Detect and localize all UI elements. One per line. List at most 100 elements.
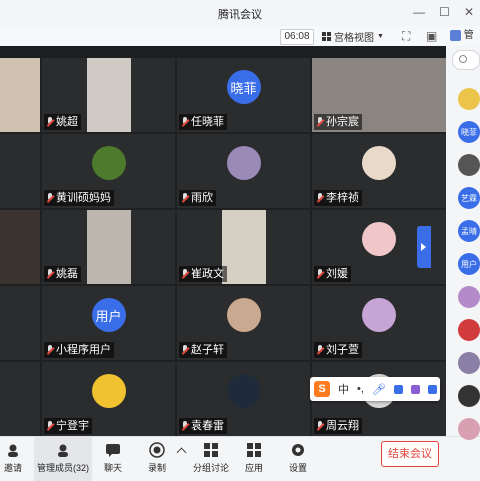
participant-nameplate: 崔政文 bbox=[179, 266, 227, 282]
toolbox-icon[interactable] bbox=[427, 384, 437, 394]
participant-tile[interactable]: 李梓祯 bbox=[312, 134, 446, 208]
participant-avatar bbox=[226, 298, 261, 332]
participant-tile[interactable] bbox=[0, 134, 40, 208]
sidebar-member-avatar[interactable]: 用户 bbox=[458, 253, 480, 275]
sogou-logo-icon[interactable]: S bbox=[314, 381, 330, 397]
mic-muted-icon bbox=[181, 193, 189, 203]
participant-tile[interactable]: 袁春雷 bbox=[177, 362, 310, 436]
mic-muted-icon bbox=[46, 117, 54, 127]
participant-tile[interactable]: 刘子萱 bbox=[312, 286, 446, 360]
punctuation-icon[interactable]: •, bbox=[357, 383, 364, 395]
mic-muted-icon bbox=[316, 193, 324, 203]
participant-tile[interactable]: 用户 小程序用户 bbox=[42, 286, 175, 360]
participant-avatar: 晓菲 bbox=[226, 70, 261, 104]
mic-muted-icon bbox=[46, 345, 54, 355]
participant-tile[interactable]: 雨欣 bbox=[177, 134, 310, 208]
participant-tile[interactable] bbox=[0, 286, 40, 360]
end-meeting-button[interactable]: 结束会议 bbox=[381, 441, 439, 467]
window-title: 腾讯会议 bbox=[218, 9, 262, 21]
participant-nameplate: 孙宗宸 bbox=[314, 114, 362, 130]
participant-nameplate: 任晓菲 bbox=[179, 114, 227, 130]
participant-name: 崔政文 bbox=[191, 268, 224, 280]
sidebar-member-avatar[interactable] bbox=[458, 418, 480, 440]
participant-tile[interactable]: 黄训硕妈妈 bbox=[42, 134, 175, 208]
mic-muted-icon bbox=[46, 421, 54, 431]
bottom-button-label: 邀请 bbox=[3, 463, 22, 473]
breakout-button[interactable]: 分组讨论 bbox=[190, 437, 232, 481]
breakout-icon bbox=[203, 442, 219, 458]
sidebar-icon[interactable]: ▣ bbox=[426, 29, 437, 43]
participant-tile[interactable]: 晓菲 任晓菲 bbox=[177, 58, 310, 132]
bottom-button-label: 录制 bbox=[147, 463, 166, 473]
view-mode-button[interactable]: 宫格视图 ▼ bbox=[322, 29, 384, 44]
sidebar-member-avatar[interactable] bbox=[458, 286, 480, 308]
sidebar-member-avatar[interactable] bbox=[458, 88, 480, 110]
sidebar-member-avatar[interactable] bbox=[458, 319, 480, 341]
participant-name: 雨欣 bbox=[191, 192, 213, 204]
participant-avatar bbox=[362, 222, 396, 256]
participant-avatar bbox=[362, 146, 396, 180]
apps-button[interactable]: 应用 bbox=[236, 437, 272, 481]
sidebar-member-avatar[interactable]: 孟晴 bbox=[458, 220, 480, 242]
bottom-button-label: 聊天 bbox=[103, 463, 122, 473]
sidebar-member-avatar[interactable]: 艺霖 bbox=[458, 187, 480, 209]
host-avatar bbox=[450, 29, 461, 41]
maximize-icon[interactable]: ☐ bbox=[439, 5, 450, 19]
mic-muted-icon bbox=[181, 421, 189, 431]
keyboard-icon[interactable] bbox=[393, 384, 403, 394]
participant-name: 任晓菲 bbox=[191, 116, 224, 128]
mic-muted-icon bbox=[316, 345, 324, 355]
participant-video bbox=[0, 210, 40, 284]
fullscreen-icon[interactable]: ⛶ bbox=[402, 29, 410, 43]
settings-button[interactable]: 设置 bbox=[276, 437, 320, 481]
participant-tile[interactable] bbox=[0, 58, 40, 132]
participant-nameplate: 李梓祯 bbox=[314, 190, 362, 206]
close-icon[interactable]: ✕ bbox=[464, 5, 474, 19]
sidebar-member-avatar[interactable] bbox=[458, 385, 480, 407]
apps-icon bbox=[246, 442, 262, 458]
participant-tile[interactable] bbox=[0, 210, 40, 284]
members-button[interactable]: 管理成员(32) bbox=[34, 437, 92, 481]
skin-icon[interactable] bbox=[410, 384, 420, 394]
participant-name: 宁登宇 bbox=[56, 420, 89, 432]
members-icon bbox=[55, 442, 71, 458]
participant-name: 姚超 bbox=[56, 116, 78, 128]
sidebar-member-avatar[interactable] bbox=[458, 154, 480, 176]
grid-view-icon bbox=[322, 31, 331, 41]
bottom-button-label: 分组讨论 bbox=[192, 463, 229, 473]
ime-lang[interactable]: 中 bbox=[338, 381, 349, 397]
chat-button[interactable]: 聊天 bbox=[96, 437, 130, 481]
bottom-button-label: 管理成员(32) bbox=[36, 463, 89, 473]
participant-tile[interactable]: 崔政文 bbox=[177, 210, 310, 284]
invite-button[interactable]: 邀请 bbox=[0, 437, 26, 481]
participant-nameplate: 小程序用户 bbox=[44, 342, 114, 358]
search-icon[interactable] bbox=[452, 50, 480, 70]
participant-tile[interactable]: 宁登宇 bbox=[42, 362, 175, 436]
sidebar-member-avatar[interactable] bbox=[458, 352, 480, 374]
participant-avatar bbox=[226, 146, 261, 180]
record-button[interactable]: 录制 bbox=[136, 437, 178, 481]
participant-video bbox=[0, 58, 40, 132]
top-strip bbox=[0, 46, 446, 58]
participant-name: 李梓祯 bbox=[326, 192, 359, 204]
participant-name: 小程序用户 bbox=[56, 344, 111, 356]
participant-name: 姚磊 bbox=[56, 268, 78, 280]
participant-tile[interactable]: 赵子轩 bbox=[177, 286, 310, 360]
participant-video bbox=[86, 58, 131, 132]
minimize-icon[interactable]: — bbox=[413, 5, 425, 19]
mic-muted-icon bbox=[46, 193, 54, 203]
participant-video bbox=[86, 210, 131, 284]
participant-tile[interactable]: 姚超 bbox=[42, 58, 175, 132]
participant-name: 孙宗宸 bbox=[326, 116, 359, 128]
participant-nameplate: 刘子萱 bbox=[314, 342, 362, 358]
sidebar-member-avatar[interactable]: 晓菲 bbox=[458, 121, 480, 143]
participant-tile[interactable]: 姚磊 bbox=[42, 210, 175, 284]
collapse-grid-handle[interactable] bbox=[417, 226, 431, 268]
participant-name: 刘子萱 bbox=[326, 344, 359, 356]
microphone-icon[interactable]: 🎤︎ bbox=[372, 383, 386, 396]
participant-tile[interactable]: 孙宗宸 bbox=[312, 58, 446, 132]
meeting-toolbar: 06:08 宫格视图 ▼ ⛶ ▣ bbox=[0, 26, 448, 47]
participant-tile[interactable] bbox=[0, 362, 40, 436]
participant-nameplate: 刘媛 bbox=[314, 266, 351, 282]
mic-muted-icon bbox=[181, 345, 189, 355]
